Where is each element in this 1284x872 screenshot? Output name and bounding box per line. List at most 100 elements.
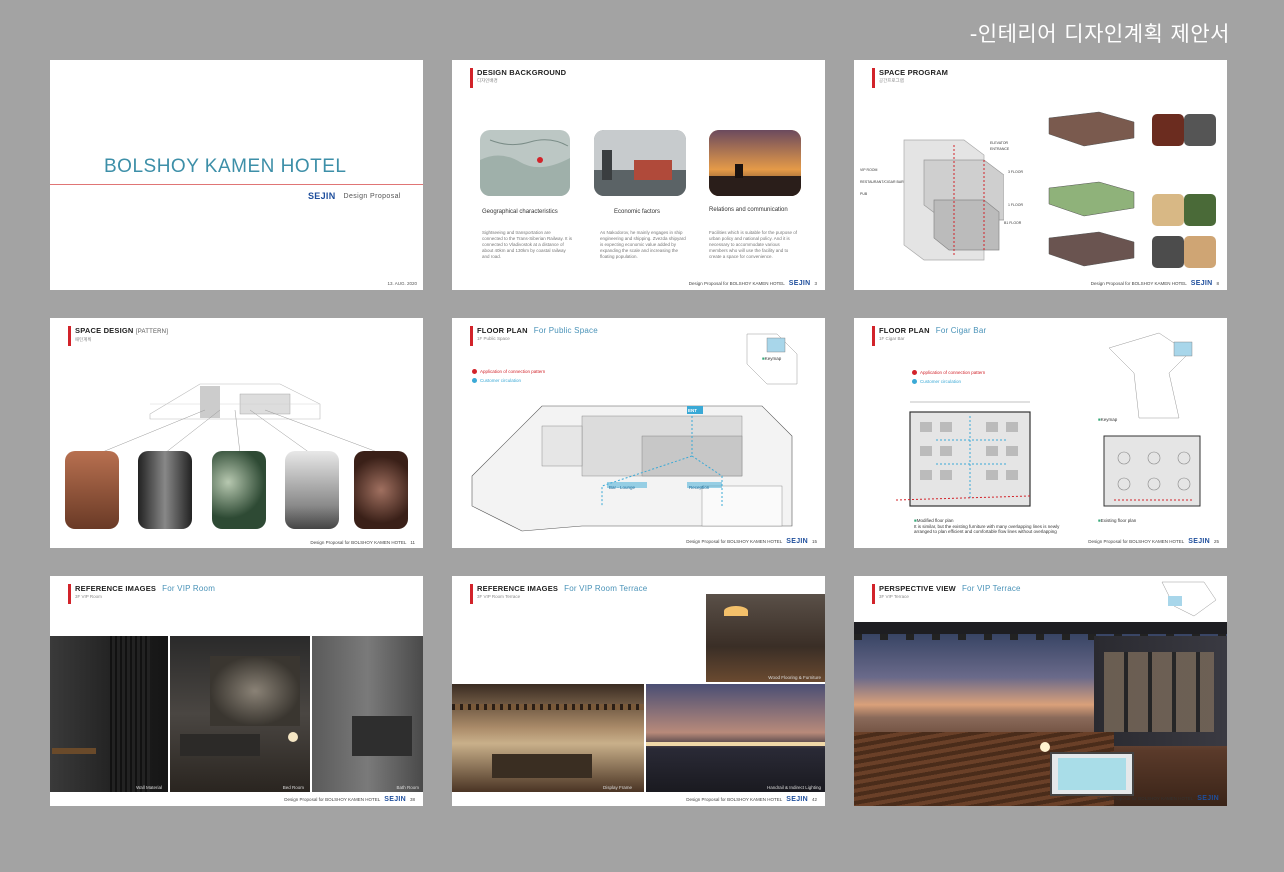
- slide-header: FLOOR PLAN For Cigar Bar 1F Cigar Bar: [872, 326, 986, 346]
- slide-title: DESIGN BACKGROUND: [477, 68, 567, 77]
- slide-footer: Design Proposal for BOLSHOY KAMEN HOTEL 1…: [310, 540, 415, 545]
- slide-footer: Design Proposal for BOLSHOY KAMEN HOTEL S…: [284, 796, 415, 803]
- ref-bath-room: Bath Room: [312, 636, 423, 792]
- item-title-1: Geographical characteristics: [482, 209, 558, 215]
- building-diagram: [903, 139, 1004, 261]
- cover-brand: SEJIN Design Proposal: [308, 191, 401, 201]
- legend-circulation-text: Customer circulation: [920, 379, 962, 384]
- keymap-text: Keymap: [764, 356, 782, 361]
- slide-header: REFERENCE IMAGES For VIP Room 3F VIP Room: [68, 584, 215, 604]
- caption-handrail: Handrail & Indirect Lighting: [766, 785, 821, 790]
- title-tag: [PATTERN]: [135, 329, 169, 335]
- slide-kor: 3F VIP Terrace: [879, 594, 909, 599]
- shipyard-thumbnail: [594, 130, 686, 196]
- keymap-label: ■Keymap: [762, 356, 782, 361]
- title-text: PERSPECTIVE VIEW: [879, 584, 956, 593]
- footer-text: Design Proposal for BOLSHOY KAMEN HOTEL: [1090, 281, 1187, 286]
- ref-wall-material: Wall Material: [50, 636, 168, 792]
- slide-header: FLOOR PLAN For Public Space 1F Public Spa…: [470, 326, 598, 346]
- material-wood-red: [1152, 114, 1184, 146]
- label-pub: PUB: [860, 192, 868, 196]
- caption-wall: Wall Material: [136, 785, 162, 790]
- slide-footer: Design Proposal for BOLSHOY KAMEN HOTEL S…: [686, 538, 817, 545]
- pattern-canyon: [138, 451, 192, 529]
- footer-text: Design Proposal for BOLSHOY KAMEN HOTEL: [284, 797, 381, 802]
- footer-text: Design Proposal for BOLSHOY KAMEN HOTEL: [686, 797, 783, 802]
- title-sub: For Public Space: [533, 326, 598, 335]
- sejin-logo: SEJIN: [786, 538, 808, 545]
- cigar-modified-plan: [895, 401, 1031, 507]
- label-ent: ENT: [688, 408, 697, 413]
- plan-legend: Application of connection pattern Custom…: [472, 367, 545, 385]
- slide-floor-plan-cigar[interactable]: FLOOR PLAN For Cigar Bar 1F Cigar Bar App…: [854, 318, 1227, 548]
- slide-header: REFERENCE IMAGES For VIP Room Terrace 3F …: [470, 584, 647, 604]
- label-restaurant: RESTAURANT/CIGAR BAR: [860, 180, 904, 184]
- legend-circulation-text: Customer circulation: [480, 378, 522, 383]
- page-number: 3: [814, 281, 817, 286]
- modified-title-text: Modified floor plan: [916, 518, 954, 523]
- label-b1f: B1 FLOOR: [1004, 221, 1022, 225]
- footer-text: Design Proposal for BOLSHOY KAMEN HOTEL: [686, 539, 783, 544]
- slide-kor: 3F VIP Room Terrace: [477, 594, 521, 599]
- ref-display-frame: Display Frame: [452, 684, 644, 792]
- footer-text: Design Proposal for BOLSHOY KAMEN HOTEL: [688, 281, 785, 286]
- cover-subtitle: Design Proposal: [343, 192, 401, 200]
- caption-display: Display Frame: [602, 785, 632, 790]
- footer-text: Design Proposal for BOLSHOY KAMEN HOTEL: [1088, 539, 1185, 544]
- slide-title: SPACE PROGRAM: [879, 68, 949, 77]
- sejin-logo: SEJIN: [786, 796, 808, 803]
- slide-title: FLOOR PLAN For Public Space: [477, 326, 598, 336]
- modified-caption: ■Modified floor plan It is similar, but …: [914, 518, 1064, 535]
- material-wood-light: [1152, 194, 1184, 226]
- sejin-logo: SEJIN: [384, 796, 406, 803]
- label-entrance: ENTRANCE: [990, 147, 1010, 151]
- title-text: FLOOR PLAN: [477, 326, 528, 335]
- title-sub: For VIP Terrace: [961, 584, 1021, 593]
- existing-text: Existing floor plan: [1100, 518, 1137, 523]
- page-number: 8: [1216, 281, 1219, 286]
- label-1f: 1 FLOOR: [1008, 203, 1023, 207]
- slide-reference-vip-room[interactable]: REFERENCE IMAGES For VIP Room 3F VIP Room…: [50, 576, 423, 806]
- page-number: 38: [409, 797, 415, 802]
- slide-space-design[interactable]: SPACE DESIGN [PATTERN] 패턴계획 Design Propo…: [50, 318, 423, 548]
- slide-cover[interactable]: BOLSHOY KAMEN HOTEL SEJIN Design Proposa…: [50, 60, 423, 290]
- page-number: 11: [410, 540, 415, 545]
- slide-design-background[interactable]: DESIGN BACKGROUND 디자인배경 Geographical cha…: [452, 60, 825, 290]
- slide-kor: 패턴계획: [75, 337, 92, 342]
- item-text-3: Facilities which is suitable for the pur…: [709, 230, 798, 259]
- label-bar-lounge: Bar - Lounge: [609, 485, 636, 490]
- program-labels-right: ELEVATOR ENTRANCE: [990, 140, 1009, 152]
- label-3f: 3 FLOOR: [1008, 170, 1023, 174]
- keymap-label: ■Keymap: [1098, 417, 1118, 422]
- title-text: REFERENCE IMAGES: [75, 584, 157, 593]
- slide-kor: 디자인배경: [477, 78, 498, 83]
- caption-bed: Bed Room: [282, 785, 304, 790]
- slide-title: REFERENCE IMAGES For VIP Room: [75, 584, 215, 594]
- map-thumbnail: [480, 130, 570, 196]
- sejin-logo: SEJIN: [308, 191, 336, 201]
- cover-date: 13. AUG. 2020: [387, 281, 417, 286]
- modified-text: It is similar, but the existing furnitur…: [914, 523, 1060, 535]
- label-vip: VIP ROOM: [860, 168, 878, 172]
- slide-reference-vip-terrace[interactable]: REFERENCE IMAGES For VIP Room Terrace 3F …: [452, 576, 825, 806]
- existing-caption: ■Existing floor plan: [1098, 518, 1137, 523]
- slide-footer: Design Proposal for BOLSHOY KAMEN HOTEL S…: [1091, 280, 1219, 287]
- title-text: REFERENCE IMAGES: [477, 584, 559, 593]
- material-plant: [1184, 194, 1216, 226]
- title-text: SPACE DESIGN: [75, 326, 134, 335]
- slide-header: SPACE PROGRAM 공간프로그램: [872, 68, 948, 88]
- legend-pattern-text: Application of connection pattern: [920, 370, 986, 375]
- sejin-logo: SEJIN: [1197, 795, 1219, 802]
- sunset-thumbnail: [709, 130, 801, 196]
- slide-kor: 공간프로그램: [879, 78, 904, 83]
- slide-floor-plan-public[interactable]: FLOOR PLAN For Public Space 1F Public Spa…: [452, 318, 825, 548]
- title-sub: For Cigar Bar: [935, 326, 987, 335]
- slide-perspective-view[interactable]: PERSPECTIVE VIEW For VIP Terrace 3F VIP T…: [854, 576, 1227, 806]
- pattern-rock-columns: [65, 451, 119, 529]
- slide-space-program[interactable]: SPACE PROGRAM 공간프로그램 VIP ROOM RESTAURANT…: [854, 60, 1227, 290]
- slide-footer: Design Proposal for BOLSHOY KAMEN HOTEL S…: [1088, 538, 1219, 545]
- slide-kor: 1F Cigar Bar: [879, 336, 905, 341]
- sejin-logo: SEJIN: [1188, 538, 1210, 545]
- ref-bed-room: Bed Room: [170, 636, 310, 792]
- title-sub: For VIP Room Terrace: [564, 584, 648, 593]
